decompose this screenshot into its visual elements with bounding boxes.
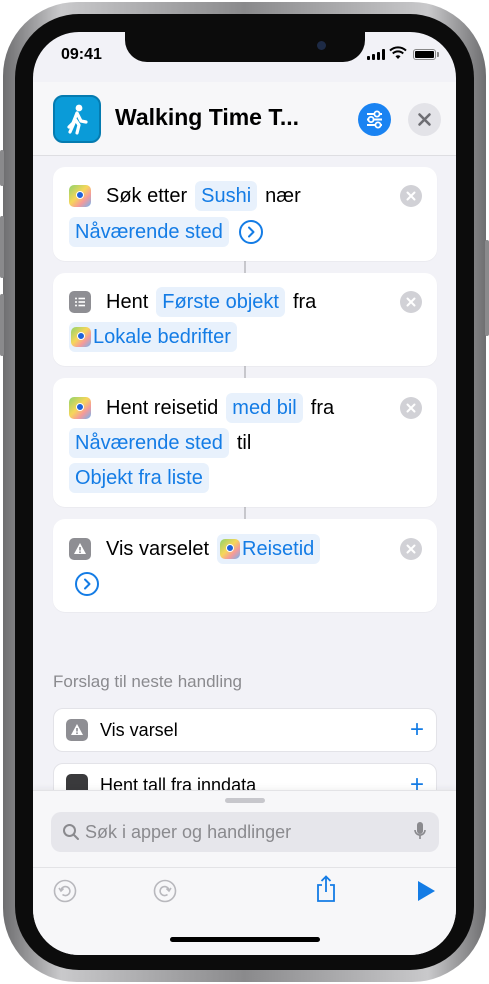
remove-action-button[interactable] <box>400 185 422 207</box>
side-button <box>485 240 489 336</box>
settings-button[interactable] <box>358 103 391 136</box>
action-text: Hent <box>106 290 149 313</box>
variable-token[interactable]: Lokale bedrifter <box>69 322 237 352</box>
battery-icon <box>413 49 436 60</box>
action-card-search[interactable]: Søk etter Sushi nær Nåværende sted <box>53 167 437 261</box>
shortcut-title[interactable]: Walking Time T... <box>115 104 299 131</box>
list-icon <box>69 291 91 313</box>
remove-action-button[interactable] <box>400 291 422 313</box>
mute-switch <box>0 150 4 186</box>
maps-icon <box>69 397 91 419</box>
maps-icon <box>220 539 241 559</box>
play-icon[interactable] <box>415 879 437 903</box>
variable-label: Lokale bedrifter <box>93 326 231 348</box>
close-icon <box>406 403 416 413</box>
chevron-right-icon[interactable] <box>238 220 263 244</box>
maps-icon <box>71 327 91 347</box>
maps-icon <box>69 185 91 207</box>
action-text: nær <box>265 184 301 207</box>
microphone-icon[interactable] <box>413 821 427 843</box>
parameter-token[interactable]: Første objekt <box>156 287 285 317</box>
home-indicator <box>170 937 320 942</box>
parameter-token[interactable]: med bil <box>226 393 303 423</box>
shortcut-header: Walking Time T... <box>33 82 456 156</box>
panel-grabber[interactable] <box>225 798 265 803</box>
connector-line <box>244 261 246 273</box>
suggestions-heading: Forslag til neste handling <box>53 672 243 691</box>
cellular-signal-icon <box>367 49 385 60</box>
close-button[interactable] <box>408 103 441 136</box>
volume-down-button <box>0 294 4 356</box>
action-text: Søk etter <box>106 184 188 207</box>
action-text: fra <box>310 396 335 419</box>
sliders-icon <box>367 110 382 129</box>
suggestion-label: Vis varsel <box>100 719 178 740</box>
close-icon <box>406 544 416 554</box>
variable-token[interactable]: Nåværende sted <box>69 217 229 247</box>
remove-action-button[interactable] <box>400 397 422 419</box>
close-icon <box>406 191 416 201</box>
battery-tip <box>437 52 439 57</box>
close-icon <box>418 113 431 126</box>
walking-person-icon[interactable] <box>53 95 101 143</box>
close-icon <box>406 297 416 307</box>
search-icon <box>63 824 79 840</box>
alert-icon <box>69 538 91 560</box>
action-search-panel: Søk i apper og handlinger <box>33 790 456 955</box>
redo-icon[interactable] <box>153 879 177 903</box>
connector-line <box>244 507 246 519</box>
search-field[interactable]: Søk i apper og handlinger <box>51 812 439 852</box>
action-card-show-alert[interactable]: Vis varselet Reisetid <box>53 519 437 612</box>
variable-token[interactable]: Nåværende sted <box>69 428 229 458</box>
notch <box>125 32 365 62</box>
status-time: 09:41 <box>61 46 102 63</box>
search-placeholder: Søk i apper og handlinger <box>85 822 292 842</box>
parameter-token[interactable]: Sushi <box>195 181 258 211</box>
remove-action-button[interactable] <box>400 538 422 560</box>
variable-label: Reisetid <box>242 538 315 560</box>
front-camera <box>317 41 326 50</box>
action-list: Søk etter Sushi nær Nåværende sted Hent … <box>33 157 456 807</box>
screen: 09:41 Walking Time T... Søk etter Sushi … <box>33 32 456 955</box>
toolbar-divider <box>33 867 456 868</box>
action-card-get-item[interactable]: Hent Første objekt fra Lokale bedrifter <box>53 273 437 366</box>
action-text: til <box>236 431 252 454</box>
undo-icon[interactable] <box>53 879 77 903</box>
share-icon[interactable] <box>314 875 338 903</box>
action-card-travel-time[interactable]: Hent reisetid med bil fra Nåværende sted… <box>53 378 437 507</box>
volume-up-button <box>0 216 4 278</box>
variable-token[interactable]: Reisetid <box>217 534 321 564</box>
action-text: Vis varselet <box>106 537 210 560</box>
action-text: fra <box>292 290 317 313</box>
wifi-icon <box>389 46 407 59</box>
chevron-right-icon[interactable] <box>75 572 99 596</box>
suggestion-item[interactable]: Vis varsel + <box>53 708 437 752</box>
alert-icon <box>66 719 88 741</box>
variable-token[interactable]: Objekt fra liste <box>69 463 209 493</box>
connector-line <box>244 366 246 378</box>
action-text: Hent reisetid <box>106 396 219 419</box>
add-icon[interactable]: + <box>410 718 424 742</box>
